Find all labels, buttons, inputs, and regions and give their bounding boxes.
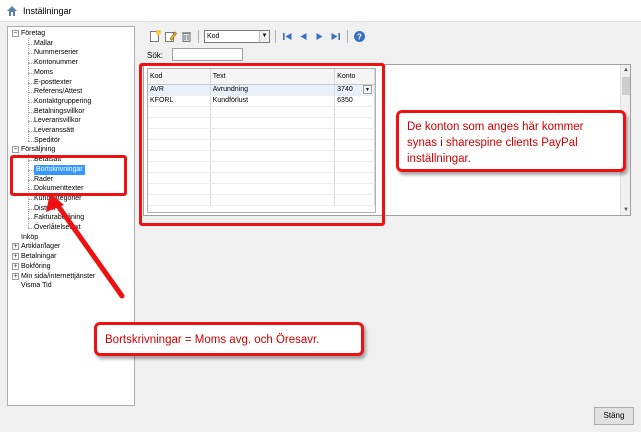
last-icon[interactable] <box>329 30 342 43</box>
prev-icon[interactable] <box>297 30 310 43</box>
callout-writeoffs: Bortskrivningar = Moms avg. och Öresavr. <box>94 322 364 356</box>
toolbar-separator <box>347 29 348 43</box>
collapse-icon[interactable]: − <box>12 30 19 37</box>
sort-field-value: Kod <box>207 32 220 40</box>
tree-item-mallar[interactable]: Mallar <box>34 39 53 49</box>
expand-icon[interactable]: + <box>12 272 19 280</box>
tree-item-överlåtelsetext[interactable]: Överlåtelsetext <box>34 223 81 233</box>
edit-icon[interactable] <box>164 30 177 43</box>
tree-item-försäljning[interactable]: Försäljning <box>21 145 55 155</box>
tree-item-min-sida-internettjänster[interactable]: Min sida/internettjänster <box>21 272 95 282</box>
tree-item-moms[interactable]: Moms <box>34 68 53 78</box>
toolbar-separator <box>275 29 276 43</box>
search-label: Sök: <box>147 51 164 60</box>
search-input[interactable] <box>172 48 243 61</box>
new-icon[interactable] <box>148 30 161 43</box>
next-icon[interactable] <box>313 30 326 43</box>
tree-item-kontaktgruppering[interactable]: Kontaktgruppering <box>34 97 91 107</box>
svg-text:?: ? <box>357 32 362 41</box>
tree-item-nummerserier[interactable]: Nummerserier <box>34 48 78 58</box>
expand-icon[interactable]: + <box>12 253 19 261</box>
settings-app-icon <box>7 5 17 16</box>
tree-item-speditör[interactable]: Speditör <box>34 136 60 146</box>
tree-item-kontonummer[interactable]: Kontonummer <box>34 58 78 68</box>
tree-item-distrikt[interactable]: Distrikt <box>34 204 55 214</box>
delete-icon[interactable] <box>180 30 193 43</box>
expand-icon[interactable]: + <box>12 243 19 251</box>
tree-item-inköp[interactable]: Inköp <box>21 233 38 243</box>
scroll-down-icon[interactable]: ▼ <box>621 205 631 215</box>
tree-item-betalningsvillkor[interactable]: Betalningsvillkor <box>34 107 85 117</box>
chevron-down-icon[interactable]: ▼ <box>259 30 269 42</box>
scroll-up-icon[interactable]: ▲ <box>621 65 631 75</box>
toolbar-separator <box>198 29 199 43</box>
tree-item-e-posttexter[interactable]: E-posttexter <box>34 78 72 88</box>
expand-icon[interactable]: + <box>12 262 19 270</box>
tree-item-bokföring[interactable]: Bokföring <box>21 262 51 272</box>
sort-field-combo[interactable]: Kod ▼ <box>204 29 270 43</box>
tree-item-leveranssätt[interactable]: Leveranssätt <box>34 126 74 136</box>
tree-item-betalningar[interactable]: Betalningar <box>21 252 56 262</box>
close-button[interactable]: Stäng <box>594 407 634 425</box>
tree-item-visma-tid[interactable]: Visma Tid <box>21 281 52 291</box>
scroll-thumb[interactable] <box>622 77 630 95</box>
title-bar: Inställningar <box>0 0 641 22</box>
tree-item-referens-attest[interactable]: Referens/Attest <box>34 87 82 97</box>
callout-grid-accounts: De konton som anges här kommer synas i s… <box>396 110 626 172</box>
toolbar: Kod ▼ ? <box>148 28 366 44</box>
grid-highlight-box <box>139 63 385 226</box>
tree-item-artiklar-lager[interactable]: Artiklar/lager <box>21 242 60 252</box>
collapse-icon[interactable]: − <box>12 146 19 154</box>
first-icon[interactable] <box>281 30 294 43</box>
tree-highlight-box <box>10 155 127 196</box>
tree-item-fakturabelåning[interactable]: Fakturabelåning <box>34 213 84 223</box>
window-title: Inställningar <box>23 5 72 16</box>
help-icon[interactable]: ? <box>353 30 366 43</box>
tree-item-leveransvillkor[interactable]: Leveransvillkor <box>34 116 81 126</box>
tree-guide-line <box>28 38 29 141</box>
tree-item-företag[interactable]: Företag <box>21 29 45 39</box>
